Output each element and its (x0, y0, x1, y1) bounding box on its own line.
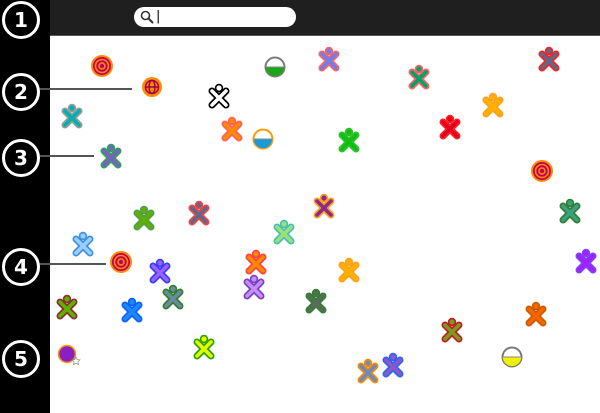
xo-buddy-icon[interactable] (161, 284, 185, 310)
xo-buddy-icon[interactable] (192, 334, 216, 360)
callout-4-leader (40, 263, 106, 265)
search-icon (140, 10, 154, 24)
xo-buddy-icon[interactable] (440, 317, 464, 343)
xo-buddy-icon[interactable] (381, 352, 405, 378)
callout-3-leader (40, 155, 94, 157)
palette-activity-icon[interactable] (57, 343, 81, 369)
xo-buddy-icon[interactable] (60, 103, 84, 129)
xo-buddy-icon[interactable] (244, 249, 268, 275)
xo-buddy-icon[interactable] (304, 288, 328, 314)
xo-buddy-icon[interactable] (317, 46, 341, 72)
callout-3: 3 (2, 139, 40, 177)
xo-buddy-icon[interactable] (120, 297, 144, 323)
globe-activity-icon[interactable] (140, 75, 164, 101)
xo-buddy-icon[interactable] (481, 92, 505, 118)
target-activity-icon[interactable] (90, 54, 114, 80)
xo-buddy-icon[interactable] (71, 231, 95, 257)
xo-buddy-icon[interactable] (187, 200, 211, 226)
target-activity-icon[interactable] (530, 159, 554, 185)
xo-buddy-icon[interactable] (574, 248, 598, 274)
xo-buddy-icon[interactable] (524, 301, 548, 327)
callout-2-leader (40, 88, 132, 90)
xo-buddy-icon[interactable] (407, 64, 431, 90)
bucket-activity-icon[interactable] (263, 55, 287, 81)
xo-buddy-icon[interactable] (438, 114, 462, 140)
callout-1: 1 (2, 1, 40, 39)
bucket-activity-icon[interactable] (251, 127, 275, 153)
xo-buddy-icon[interactable] (207, 83, 231, 109)
xo-buddy-icon[interactable] (558, 198, 582, 224)
xo-buddy-icon[interactable] (148, 258, 172, 284)
xo-buddy-icon[interactable] (312, 193, 336, 219)
xo-buddy-icon[interactable] (132, 205, 156, 231)
xo-buddy-icon[interactable] (220, 116, 244, 142)
xo-buddy-icon[interactable] (99, 143, 123, 169)
search-input[interactable] (160, 9, 280, 25)
xo-buddy-icon[interactable] (242, 274, 266, 300)
xo-buddy-icon[interactable] (337, 127, 361, 153)
callout-2: 2 (2, 73, 40, 111)
bucket-activity-icon[interactable] (500, 345, 524, 371)
xo-buddy-icon[interactable] (337, 257, 361, 283)
callout-4: 4 (2, 248, 40, 286)
xo-buddy-icon[interactable] (537, 46, 561, 72)
target-activity-icon[interactable] (109, 250, 133, 276)
xo-buddy-icon[interactable] (356, 358, 380, 384)
xo-buddy-icon[interactable] (272, 219, 296, 245)
callout-5: 5 (2, 340, 40, 378)
xo-buddy-icon[interactable] (55, 294, 79, 320)
neighborhood-toolbar: | (50, 0, 600, 36)
search-field[interactable]: | (134, 7, 296, 27)
